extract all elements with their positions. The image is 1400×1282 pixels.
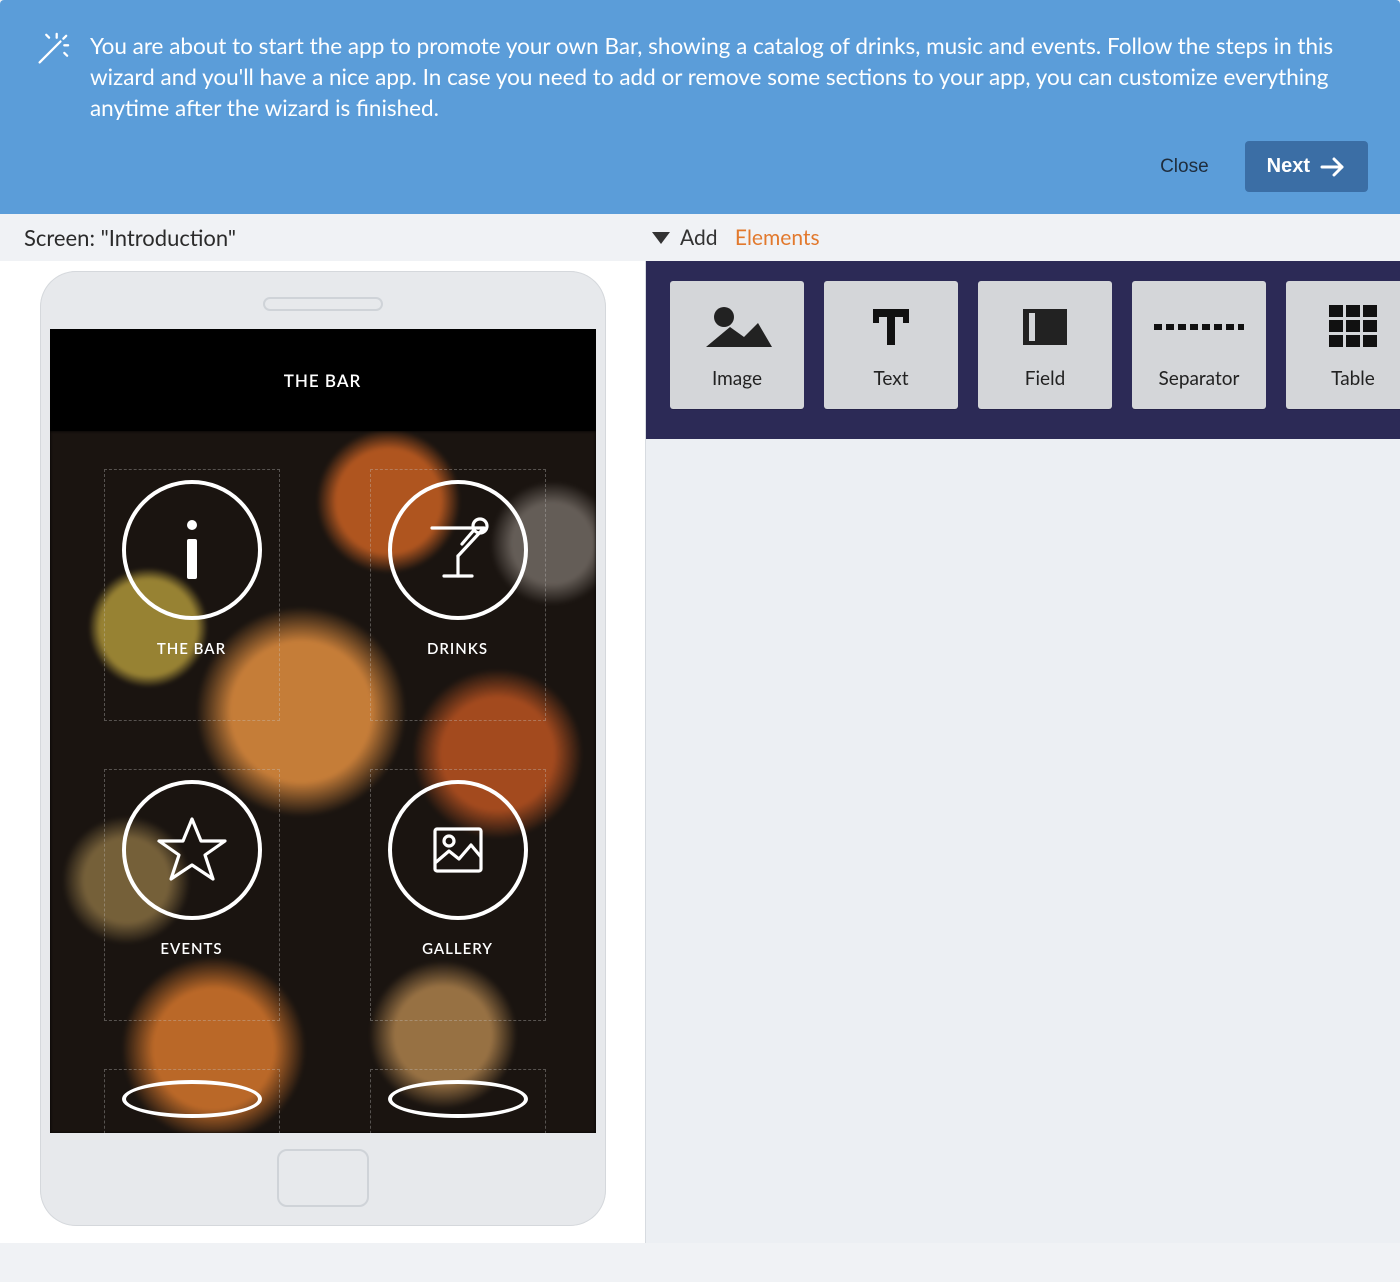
element-label: Table <box>1331 367 1375 390</box>
elements-panel: Image Text Field Separator <box>645 261 1400 1243</box>
cocktail-icon <box>388 480 528 620</box>
menu-item-the-bar[interactable]: THE BAR <box>104 469 280 721</box>
menu-item-events[interactable]: EVENTS <box>104 769 280 1021</box>
next-button[interactable]: Next <box>1245 141 1368 192</box>
field-icon <box>1019 301 1071 353</box>
close-button[interactable]: Close <box>1142 144 1227 190</box>
table-icon <box>1327 301 1379 353</box>
preview-panel: THE BAR THE BAR <box>0 261 645 1243</box>
gallery-icon <box>388 780 528 920</box>
element-separator[interactable]: Separator <box>1132 281 1266 409</box>
add-label: Add <box>680 225 718 250</box>
circle-icon <box>388 1080 528 1118</box>
wizard-message: You are about to start the app to promot… <box>90 30 1368 123</box>
menu-item-drinks[interactable]: DRINKS <box>370 469 546 721</box>
app-menu-grid: THE BAR DRINKS EVENTS <box>104 469 534 1133</box>
wizard-banner: You are about to start the app to promot… <box>0 0 1400 214</box>
separator-icon <box>1154 301 1244 353</box>
element-label: Field <box>1025 367 1065 390</box>
add-elements-toggle[interactable]: Add Elements <box>652 225 820 250</box>
star-icon <box>122 780 262 920</box>
app-title: THE BAR <box>50 329 596 431</box>
phone-mockup: THE BAR THE BAR <box>40 271 606 1226</box>
arrow-right-icon <box>1320 157 1346 177</box>
menu-item-label: EVENTS <box>160 940 222 958</box>
menu-item-gallery[interactable]: GALLERY <box>370 769 546 1021</box>
menu-item-partial-1[interactable] <box>104 1069 280 1133</box>
magic-wand-icon <box>32 32 70 70</box>
next-button-label: Next <box>1267 155 1310 178</box>
elements-strip: Image Text Field Separator <box>646 261 1400 439</box>
phone-speaker <box>263 297 383 311</box>
menu-item-label: THE BAR <box>157 640 226 658</box>
element-label: Text <box>873 367 908 390</box>
element-label: Separator <box>1159 367 1240 390</box>
screen-title: Screen: "Introduction" <box>24 224 652 251</box>
chevron-down-icon <box>652 232 670 244</box>
menu-item-label: DRINKS <box>427 640 488 658</box>
subheader: Screen: "Introduction" Add Elements <box>0 214 1400 261</box>
phone-home-button[interactable] <box>277 1149 369 1207</box>
text-icon <box>867 301 915 353</box>
menu-item-partial-2[interactable] <box>370 1069 546 1133</box>
elements-link: Elements <box>735 225 820 250</box>
element-label: Image <box>712 367 762 390</box>
info-icon <box>122 480 262 620</box>
menu-item-label: GALLERY <box>422 940 493 958</box>
circle-icon <box>122 1080 262 1118</box>
element-image[interactable]: Image <box>670 281 804 409</box>
phone-screen: THE BAR THE BAR <box>50 329 596 1133</box>
element-field[interactable]: Field <box>978 281 1112 409</box>
image-icon <box>702 301 772 353</box>
element-text[interactable]: Text <box>824 281 958 409</box>
element-table[interactable]: Table <box>1286 281 1400 409</box>
